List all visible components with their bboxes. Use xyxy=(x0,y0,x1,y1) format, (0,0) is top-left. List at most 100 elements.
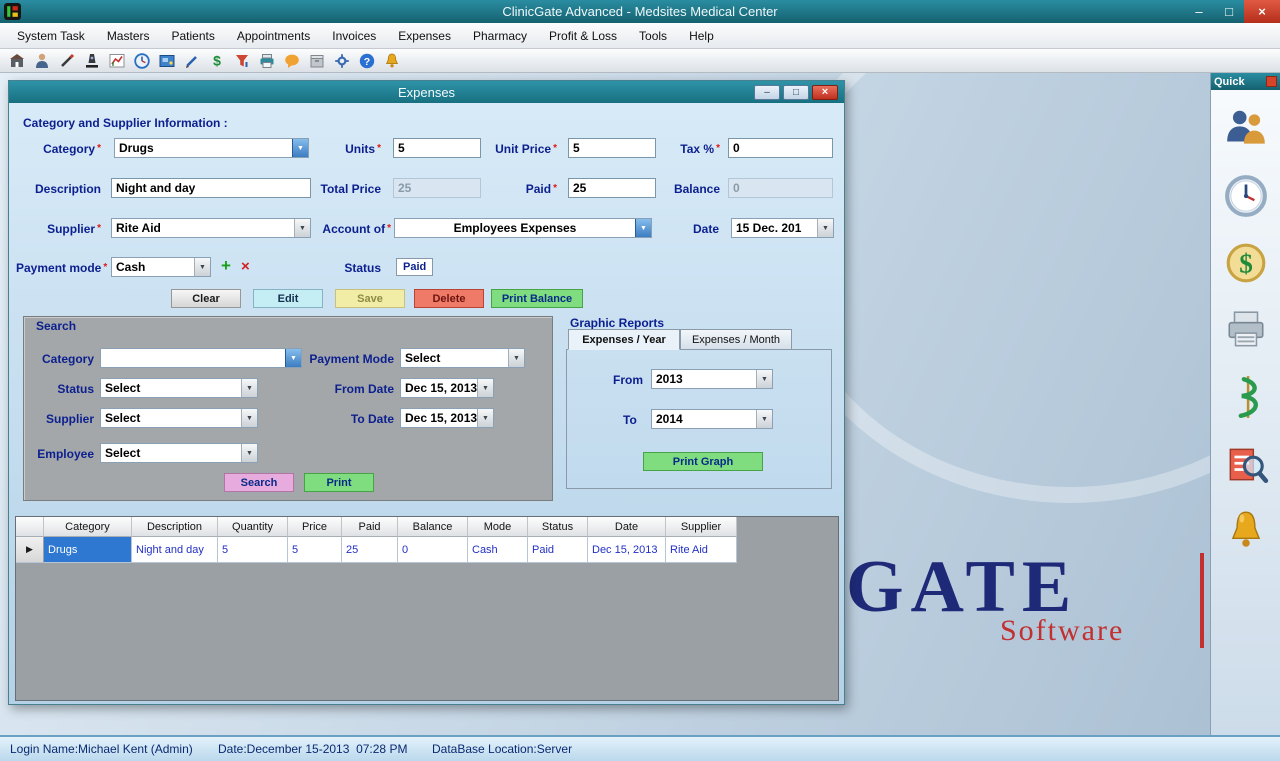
search-from-date-select[interactable]: Dec 15, 2013▼ xyxy=(400,378,494,398)
grid-col-mode[interactable]: Mode xyxy=(468,517,528,537)
staff-icon[interactable] xyxy=(1223,106,1269,152)
expenses-close-button[interactable]: × xyxy=(812,85,838,100)
maximize-button[interactable]: □ xyxy=(1214,0,1244,23)
statusbar-login: Login Name:Michael Kent (Admin) xyxy=(10,742,193,756)
menu-invoices[interactable]: Invoices xyxy=(321,25,387,47)
settings-icon[interactable] xyxy=(333,52,351,70)
tab-expenses-month[interactable]: Expenses / Month xyxy=(680,329,792,350)
table-row[interactable]: ▶ Drugs Night and day 5 5 25 0 Cash Paid… xyxy=(16,537,838,563)
menu-tools[interactable]: Tools xyxy=(628,25,678,47)
search-to-date-select[interactable]: Dec 15, 2013▼ xyxy=(400,408,494,428)
grid-header-filler xyxy=(737,517,838,537)
prescription-icon[interactable] xyxy=(58,52,76,70)
delete-payment-mode-icon[interactable]: × xyxy=(241,259,250,275)
grid-col-supplier[interactable]: Supplier xyxy=(666,517,737,537)
menu-system-task[interactable]: System Task xyxy=(6,25,96,47)
expenses-maximize-button[interactable]: □ xyxy=(783,85,809,100)
notifications-bell-icon[interactable] xyxy=(1223,508,1269,554)
menu-appointments[interactable]: Appointments xyxy=(226,25,321,47)
search-category-select[interactable]: ▼ xyxy=(100,348,302,368)
row-selector[interactable]: ▶ xyxy=(16,537,44,563)
print-icon[interactable] xyxy=(258,52,276,70)
reports-search-icon[interactable] xyxy=(1223,441,1269,487)
unit-price-input[interactable] xyxy=(568,138,656,158)
cell-price[interactable]: 5 xyxy=(288,537,342,563)
account-of-select[interactable]: Employees Expenses▼ xyxy=(394,218,652,238)
search-supplier-select[interactable]: Select▼ xyxy=(100,408,258,428)
paid-input[interactable] xyxy=(568,178,656,198)
archive-icon[interactable] xyxy=(308,52,326,70)
reminder-icon[interactable] xyxy=(383,52,401,70)
edit-icon[interactable] xyxy=(183,52,201,70)
category-select[interactable]: Drugs▼ xyxy=(114,138,309,158)
cell-supplier[interactable]: Rite Aid xyxy=(666,537,737,563)
cell-description[interactable]: Night and day xyxy=(132,537,218,563)
search-employee-select[interactable]: Select▼ xyxy=(100,443,258,463)
cell-date[interactable]: Dec 15, 2013 xyxy=(588,537,666,563)
cell-mode[interactable]: Cash xyxy=(468,537,528,563)
grid-col-balance[interactable]: Balance xyxy=(398,517,468,537)
status-label: Status xyxy=(311,260,381,276)
total-price-label: Total Price xyxy=(309,181,381,197)
grid-col-status[interactable]: Status xyxy=(528,517,588,537)
quick-panel-pin-button[interactable] xyxy=(1266,76,1277,87)
print-balance-button[interactable]: Print Balance xyxy=(491,289,583,308)
pharmacy-icon[interactable] xyxy=(1223,374,1269,420)
delete-button[interactable]: Delete xyxy=(414,289,484,308)
clock-icon[interactable] xyxy=(133,52,151,70)
add-payment-mode-icon[interactable]: + xyxy=(221,258,231,274)
billing-icon[interactable]: $ xyxy=(208,52,226,70)
description-input[interactable] xyxy=(111,178,311,198)
cell-balance[interactable]: 0 xyxy=(398,537,468,563)
grid-col-paid[interactable]: Paid xyxy=(342,517,398,537)
payments-icon[interactable]: $ xyxy=(1223,240,1269,286)
units-input[interactable] xyxy=(393,138,481,158)
print-graph-button[interactable]: Print Graph xyxy=(643,452,763,471)
lab-icon[interactable] xyxy=(83,52,101,70)
cell-paid[interactable]: 25 xyxy=(342,537,398,563)
grid-col-date[interactable]: Date xyxy=(588,517,666,537)
payment-mode-select[interactable]: Cash▼ xyxy=(111,257,211,277)
tab-expenses-year[interactable]: Expenses / Year xyxy=(568,329,680,350)
chevron-down-icon: ▼ xyxy=(508,349,524,367)
patient-icon[interactable] xyxy=(33,52,51,70)
grid-col-description[interactable]: Description xyxy=(132,517,218,537)
menu-help[interactable]: Help xyxy=(678,25,725,47)
grid-col-category[interactable]: Category xyxy=(44,517,132,537)
search-print-button[interactable]: Print xyxy=(304,473,374,492)
cell-status[interactable]: Paid xyxy=(528,537,588,563)
clear-button[interactable]: Clear xyxy=(171,289,241,308)
search-payment-mode-select[interactable]: Select▼ xyxy=(400,348,525,368)
close-button[interactable]: × xyxy=(1244,0,1280,23)
save-button[interactable]: Save xyxy=(335,289,405,308)
menu-masters[interactable]: Masters xyxy=(96,25,161,47)
search-status-select[interactable]: Select▼ xyxy=(100,378,258,398)
help-icon[interactable]: ? xyxy=(358,52,376,70)
clock-icon[interactable] xyxy=(1223,173,1269,219)
chat-icon[interactable] xyxy=(283,52,301,70)
search-button[interactable]: Search xyxy=(224,473,294,492)
supplier-select[interactable]: Rite Aid▼ xyxy=(111,218,311,238)
chart-icon[interactable] xyxy=(108,52,126,70)
clinic-icon[interactable] xyxy=(8,52,26,70)
cell-quantity[interactable]: 5 xyxy=(218,537,288,563)
menu-patients[interactable]: Patients xyxy=(161,25,226,47)
graph-from-year-select[interactable]: 2013▼ xyxy=(651,369,773,389)
tax-input[interactable] xyxy=(728,138,833,158)
map-icon[interactable] xyxy=(158,52,176,70)
menu-profit-loss[interactable]: Profit & Loss xyxy=(538,25,628,47)
grid-col-price[interactable]: Price xyxy=(288,517,342,537)
minimize-button[interactable]: – xyxy=(1184,0,1214,23)
edit-button[interactable]: Edit xyxy=(253,289,323,308)
grid-col-quantity[interactable]: Quantity xyxy=(218,517,288,537)
printer-icon[interactable] xyxy=(1223,307,1269,353)
expenses-minimize-button[interactable]: – xyxy=(754,85,780,100)
menu-expenses[interactable]: Expenses xyxy=(387,25,462,47)
chevron-down-icon: ▼ xyxy=(194,258,210,276)
expenses-titlebar[interactable]: Expenses – □ × xyxy=(9,81,844,103)
menu-pharmacy[interactable]: Pharmacy xyxy=(462,25,538,47)
cell-category[interactable]: Drugs xyxy=(44,537,132,563)
graph-to-year-select[interactable]: 2014▼ xyxy=(651,409,773,429)
filter-icon[interactable] xyxy=(233,52,251,70)
date-select[interactable]: 15 Dec. 201▼ xyxy=(731,218,834,238)
